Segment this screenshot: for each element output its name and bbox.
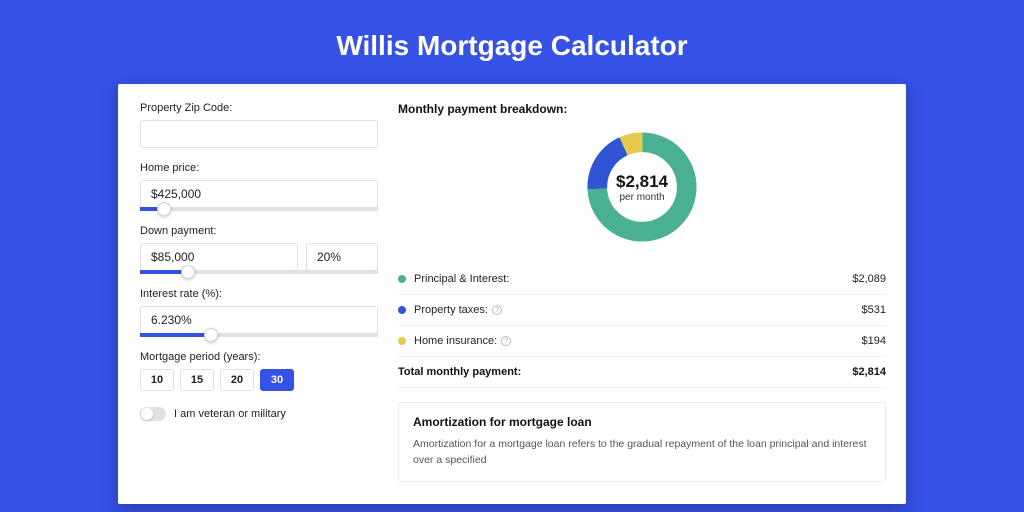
legend-value: $2,089 bbox=[852, 273, 886, 285]
interest-rate-input[interactable] bbox=[140, 306, 378, 334]
legend-value: $194 bbox=[862, 335, 886, 347]
legend-value: $531 bbox=[862, 304, 886, 316]
legend-dot bbox=[398, 337, 406, 345]
page-title: Willis Mortgage Calculator bbox=[0, 0, 1024, 84]
donut-chart: $2,814 per month bbox=[583, 128, 701, 246]
interest-rate-label: Interest rate (%): bbox=[140, 288, 378, 300]
home-price-field: Home price: bbox=[140, 162, 378, 211]
donut-center-sub: per month bbox=[619, 192, 664, 203]
zip-label: Property Zip Code: bbox=[140, 102, 378, 114]
veteran-toggle-row: I am veteran or military bbox=[140, 407, 378, 421]
home-price-label: Home price: bbox=[140, 162, 378, 174]
toggle-knob bbox=[141, 408, 153, 420]
legend-total-label: Total monthly payment: bbox=[398, 366, 852, 378]
home-price-slider[interactable] bbox=[140, 207, 378, 211]
down-payment-slider[interactable] bbox=[140, 270, 378, 274]
info-icon[interactable]: ? bbox=[492, 305, 502, 315]
legend-dot bbox=[398, 306, 406, 314]
legend-row-total: Total monthly payment: $2,814 bbox=[398, 357, 886, 388]
zip-field: Property Zip Code: bbox=[140, 102, 378, 148]
legend-label: Principal & Interest: bbox=[414, 273, 852, 285]
veteran-label: I am veteran or military bbox=[174, 408, 286, 420]
period-options: 10 15 20 30 bbox=[140, 369, 378, 391]
info-icon[interactable]: ? bbox=[501, 336, 511, 346]
home-price-input[interactable] bbox=[140, 180, 378, 208]
legend-row-taxes: Property taxes: ? $531 bbox=[398, 295, 886, 326]
zip-input[interactable] bbox=[140, 120, 378, 148]
period-option-20[interactable]: 20 bbox=[220, 369, 254, 391]
legend-row-insurance: Home insurance: ? $194 bbox=[398, 326, 886, 357]
donut-chart-wrap: $2,814 per month bbox=[398, 128, 886, 246]
down-payment-field: Down payment: bbox=[140, 225, 378, 274]
legend-label-text: Home insurance: bbox=[414, 335, 497, 347]
legend-total-value: $2,814 bbox=[852, 366, 886, 378]
breakdown-column: Monthly payment breakdown: $2,814 per mo… bbox=[398, 102, 886, 482]
down-payment-percent-input[interactable] bbox=[306, 243, 378, 271]
inputs-column: Property Zip Code: Home price: Down paym… bbox=[140, 102, 378, 482]
period-option-10[interactable]: 10 bbox=[140, 369, 174, 391]
amortization-card: Amortization for mortgage loan Amortizat… bbox=[398, 402, 886, 482]
slider-thumb[interactable] bbox=[204, 328, 218, 342]
legend-label: Home insurance: ? bbox=[414, 335, 862, 347]
legend-row-principal: Principal & Interest: $2,089 bbox=[398, 264, 886, 295]
slider-thumb[interactable] bbox=[181, 265, 195, 279]
legend-dot bbox=[398, 275, 406, 283]
veteran-toggle[interactable] bbox=[140, 407, 166, 421]
legend-label: Property taxes: ? bbox=[414, 304, 862, 316]
interest-rate-slider[interactable] bbox=[140, 333, 378, 337]
period-label: Mortgage period (years): bbox=[140, 351, 378, 363]
period-option-30[interactable]: 30 bbox=[260, 369, 294, 391]
amortization-text: Amortization for a mortgage loan refers … bbox=[413, 437, 871, 469]
interest-rate-field: Interest rate (%): bbox=[140, 288, 378, 337]
breakdown-title: Monthly payment breakdown: bbox=[398, 102, 886, 116]
down-payment-amount-input[interactable] bbox=[140, 243, 298, 271]
down-payment-label: Down payment: bbox=[140, 225, 378, 237]
amortization-title: Amortization for mortgage loan bbox=[413, 415, 871, 429]
period-field: Mortgage period (years): 10 15 20 30 bbox=[140, 351, 378, 391]
period-option-15[interactable]: 15 bbox=[180, 369, 214, 391]
calculator-card: Property Zip Code: Home price: Down paym… bbox=[118, 84, 906, 504]
donut-center-value: $2,814 bbox=[616, 172, 668, 192]
legend-label-text: Property taxes: bbox=[414, 304, 488, 316]
slider-thumb[interactable] bbox=[157, 202, 171, 216]
